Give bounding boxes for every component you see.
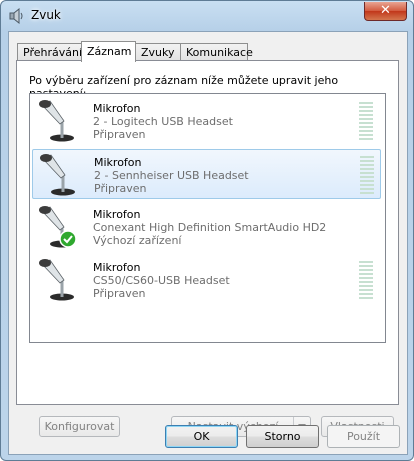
device-name: Mikrofon: [93, 208, 141, 221]
device-description: CS50/CS60-USB Headset: [93, 274, 230, 287]
device-item[interactable]: Mikrofon CS50/CS60-USB Headset Připraven: [32, 255, 381, 305]
level-meter: [360, 156, 374, 196]
device-name: Mikrofon: [93, 102, 141, 115]
close-button[interactable]: ✕: [364, 2, 407, 21]
configure-button[interactable]: Konfigurovat: [39, 416, 120, 437]
device-item[interactable]: Mikrofon 2 - Logitech USB Headset Připra…: [32, 96, 381, 146]
device-description: 2 - Logitech USB Headset: [93, 115, 233, 128]
level-meter: [359, 102, 373, 142]
ok-button[interactable]: OK: [165, 425, 238, 448]
device-status: Připraven: [93, 287, 146, 300]
microphone-icon: [39, 206, 77, 248]
sound-dialog: Zvuk ✕ Přehrávání Záznam Zvuky Komunikac…: [0, 0, 414, 461]
tab-recording[interactable]: Záznam: [81, 41, 136, 62]
microphone-icon: [39, 100, 74, 142]
device-name: Mikrofon: [93, 261, 141, 274]
microphone-icon: [40, 154, 75, 196]
device-item-selected[interactable]: Mikrofon 2 - Sennheiser USB Headset Přip…: [32, 149, 381, 199]
device-description: 2 - Sennheiser USB Headset: [94, 169, 249, 182]
tab-communication[interactable]: Komunikace: [180, 43, 253, 60]
recording-tab-page: Po výběru zařízení pro záznam níže můžet…: [16, 60, 399, 437]
cancel-button[interactable]: Storno: [246, 425, 319, 448]
microphone-icon: [39, 259, 74, 301]
device-description: Conexant High Definition SmartAudio HD2: [93, 221, 327, 234]
apply-button[interactable]: Použít: [327, 425, 400, 448]
tab-sounds[interactable]: Zvuky: [135, 43, 181, 60]
device-item-default[interactable]: Mikrofon Conexant High Definition SmartA…: [32, 202, 381, 252]
level-meter: [359, 261, 373, 301]
device-status: Výchozí zařízení: [93, 234, 182, 247]
speaker-icon: [9, 8, 23, 24]
title-bar[interactable]: Zvuk ✕: [1, 1, 413, 31]
device-list[interactable]: Mikrofon 2 - Logitech USB Headset Připra…: [29, 93, 386, 343]
dialog-client: Přehrávání Záznam Zvuky Komunikace Po vý…: [8, 31, 408, 455]
device-name: Mikrofon: [94, 156, 142, 169]
green-check-icon: [59, 230, 77, 248]
window-title: Zvuk: [31, 8, 61, 22]
device-status: Připraven: [93, 128, 146, 141]
device-status: Připraven: [94, 182, 147, 195]
tab-playback[interactable]: Přehrávání: [17, 43, 82, 60]
